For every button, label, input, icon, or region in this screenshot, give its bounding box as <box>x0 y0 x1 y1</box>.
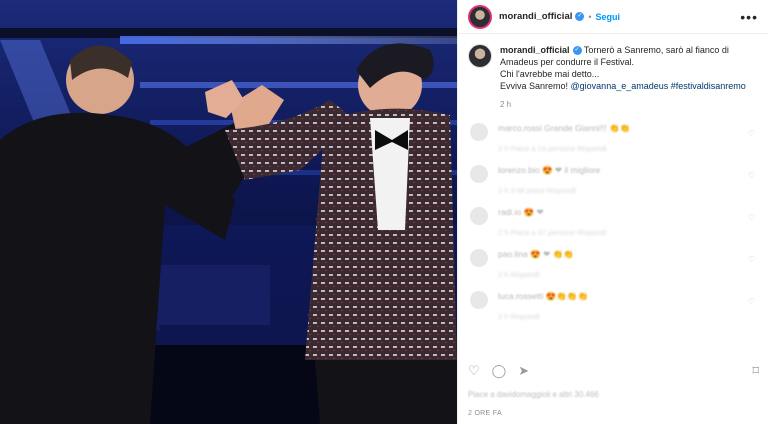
verified-badge-icon: ✓ <box>575 12 585 21</box>
list-item: radi.io 😍 ❤ 2 h Piace a 37 persone Rispo… <box>468 197 759 239</box>
comment-meta: 2 h 3 Mi piace Rispondi <box>498 186 576 195</box>
post-actions: ♡ ◯ ➤ ⌑ <box>458 360 768 382</box>
more-options-icon[interactable]: ••• <box>740 9 758 25</box>
like-comment-icon[interactable]: ♡ <box>748 171 755 180</box>
comment-text: marco.rossi Grande Gianni!!! 👏👏 <box>498 123 631 133</box>
share-icon[interactable]: ➤ <box>518 363 529 379</box>
follow-button[interactable]: Segui <box>596 12 621 22</box>
caption-mention[interactable]: @giovanna_e_amadeus <box>571 81 669 91</box>
like-comment-icon[interactable]: ♡ <box>748 213 755 222</box>
caption: morandi_official ✓ Tornerò a Sanremo, sar… <box>458 34 768 92</box>
post-photo <box>0 0 457 424</box>
post-timestamp: 2 ORE FA <box>468 410 502 417</box>
username[interactable]: morandi_official <box>499 11 572 22</box>
like-comment-icon[interactable]: ♡ <box>748 255 755 264</box>
stage-image <box>0 0 457 424</box>
caption-line-3: Evviva Sanremo! <box>500 81 571 91</box>
list-item: marco.rossi Grande Gianni!!! 👏👏 2 h Piac… <box>468 113 759 155</box>
comment-meta: 2 h Rispondi <box>498 270 540 279</box>
comment-meta: 2 h Piace a 37 persone Rispondi <box>498 228 607 237</box>
caption-time: 2 h <box>500 100 512 109</box>
caption-hashtag[interactable]: #festivaldisanremo <box>671 81 746 91</box>
likes-count[interactable]: Piace a davidomaggioli e altri 30.466 <box>468 390 599 399</box>
comment-text: lorenzo.bio 😍 ❤ il migliore <box>498 165 601 175</box>
post-header: morandi_official ✓ • Segui ••• <box>458 0 768 34</box>
comment-avatar[interactable] <box>470 249 488 267</box>
comment-icon[interactable]: ◯ <box>492 363 507 379</box>
comment-text: pao.lina 😍 ❤ 👏👏 <box>498 249 574 259</box>
heart-icon[interactable]: ♡ <box>468 363 480 379</box>
caption-text: morandi_official ✓ Tornerò a Sanremo, sar… <box>500 44 758 92</box>
caption-username[interactable]: morandi_official <box>500 45 570 55</box>
list-item: lorenzo.bio 😍 ❤ il migliore 2 h 3 Mi pia… <box>468 155 759 197</box>
comment-avatar[interactable] <box>470 207 488 225</box>
comment-meta: 2 h Piace a 14 persone Rispondi <box>498 144 607 153</box>
caption-avatar[interactable] <box>468 44 492 68</box>
caption-line-2: Chi l'avrebbe mai detto... <box>500 69 600 79</box>
comments-list: marco.rossi Grande Gianni!!! 👏👏 2 h Piac… <box>458 113 768 358</box>
comment-avatar[interactable] <box>470 165 488 183</box>
comment-text: luca.rossetti 😍👏👏👏 <box>498 291 589 301</box>
list-item: luca.rossetti 😍👏👏👏 2 h Rispondi ♡ <box>468 281 759 323</box>
like-comment-icon[interactable]: ♡ <box>748 297 755 306</box>
like-comment-icon[interactable]: ♡ <box>748 129 755 138</box>
comment-meta: 2 h Rispondi <box>498 312 540 321</box>
comment-avatar[interactable] <box>470 291 488 309</box>
comment-avatar[interactable] <box>470 123 488 141</box>
comment-text: radi.io 😍 ❤ <box>498 207 544 217</box>
verified-badge-icon: ✓ <box>572 46 582 56</box>
bookmark-icon[interactable]: ⌑ <box>752 363 759 379</box>
avatar[interactable] <box>468 4 492 29</box>
separator-dot: • <box>588 11 592 22</box>
list-item: pao.lina 😍 ❤ 👏👏 2 h Rispondi ♡ <box>468 239 759 281</box>
post-panel: morandi_official ✓ • Segui ••• morandi_o… <box>457 0 768 424</box>
